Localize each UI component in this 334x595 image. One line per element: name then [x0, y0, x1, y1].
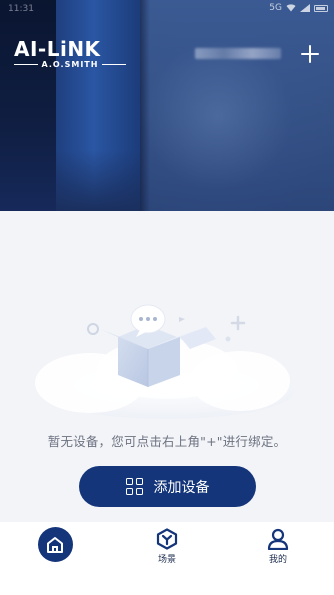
hero-banner: 11:31 5G AI-LiNK A.O.SMITH [0, 0, 334, 211]
empty-state-message: 暂无设备，您可点击右上角"+"进行绑定。 [47, 434, 287, 449]
wifi-icon [286, 4, 296, 12]
signal-icon [300, 4, 310, 12]
hero-left-panel [0, 0, 56, 211]
network-label: 5G [269, 3, 282, 13]
hero-wall-shadow [140, 0, 150, 211]
scene-hexagon-icon [156, 528, 178, 550]
logo-rule-right [102, 63, 126, 66]
brand-logo: AI-LiNK A.O.SMITH [14, 39, 126, 69]
home-tab-highlight [37, 527, 73, 562]
home-icon [47, 536, 63, 553]
tab-scene[interactable]: 场景 [122, 527, 212, 577]
battery-icon [314, 4, 328, 12]
tab-home[interactable] [10, 527, 100, 577]
add-device-button[interactable]: 添加设备 [79, 466, 256, 507]
tab-mine-label: 我的 [268, 555, 287, 565]
tab-scene-label: 场景 [157, 555, 176, 565]
add-device-label: 添加设备 [153, 479, 210, 496]
bottom-tab-bar: 场景 我的 [0, 522, 334, 595]
user-icon [267, 528, 289, 550]
tab-mine[interactable]: 我的 [233, 527, 323, 577]
empty-box-cloud-illustration [35, 304, 295, 419]
status-time: 11:31 [8, 4, 34, 14]
logo-subtext: A.O.SMITH [41, 60, 99, 69]
logo-rule-left [14, 63, 38, 66]
logo-wordmark: AI-LiNK [14, 37, 101, 61]
user-name-redacted[interactable] [195, 46, 283, 60]
grid-icon [125, 477, 144, 496]
logo-subline: A.O.SMITH [14, 60, 126, 69]
hero-wall [140, 0, 334, 211]
device-list-area: 暂无设备，您可点击右上角"+"进行绑定。 添加设备 [0, 211, 334, 522]
hero-door-floor [56, 150, 140, 211]
plus-icon[interactable] [298, 42, 322, 66]
status-icons: 5G [269, 3, 328, 13]
